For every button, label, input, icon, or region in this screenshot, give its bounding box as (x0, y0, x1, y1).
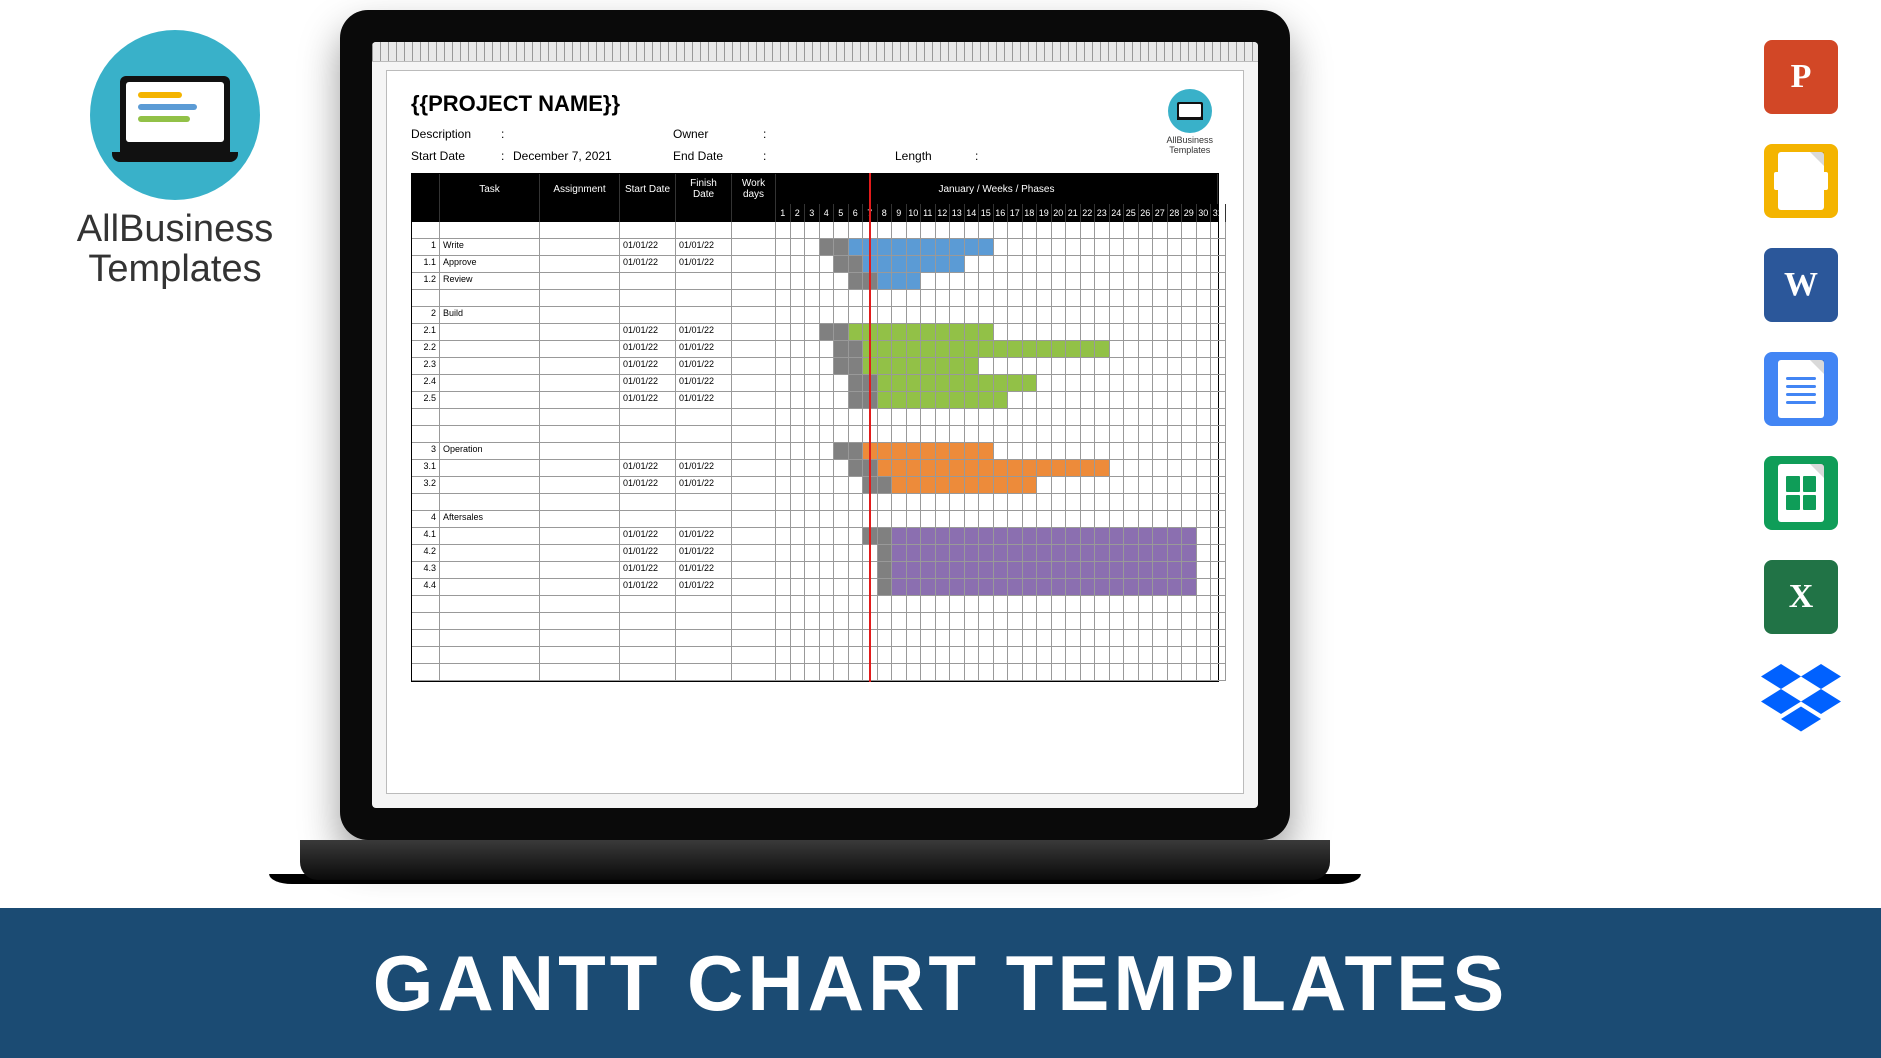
day-col-23: 23 (1095, 204, 1110, 222)
gantt-row: 3.201/01/2201/01/22 (412, 477, 1218, 494)
gantt-row: 1.2Review (412, 273, 1218, 290)
day-col-31: 31 (1211, 204, 1226, 222)
gantt-row (412, 290, 1218, 307)
project-meta: Description: Owner: Start Date:December … (411, 127, 1219, 163)
day-col-2: 2 (791, 204, 806, 222)
document-page: AllBusiness Templates {{PROJECT NAME}} D… (386, 70, 1244, 794)
gantt-row: 2.201/01/2201/01/22 (412, 341, 1218, 358)
gantt-body: 1Write01/01/2201/01/221.1Approve01/01/22… (412, 222, 1218, 681)
ruler (372, 42, 1258, 62)
col-start: Start Date (620, 174, 676, 204)
value-owner (775, 127, 895, 141)
day-col-1: 1 (776, 204, 791, 222)
day-col-25: 25 (1124, 204, 1139, 222)
gantt-row (412, 613, 1218, 630)
day-col-4: 4 (820, 204, 835, 222)
gantt-row: 2.401/01/2201/01/22 (412, 375, 1218, 392)
gantt-row (412, 494, 1218, 511)
label-length: Length (895, 149, 975, 163)
gantt-row (412, 647, 1218, 664)
format-icon-strip: P W X (1761, 40, 1841, 734)
dropbox-icon[interactable] (1761, 664, 1841, 734)
gantt-header-top: Task Assignment Start Date Finish Date W… (412, 174, 1218, 204)
label-description: Description (411, 127, 501, 141)
label-end-date: End Date (673, 149, 763, 163)
gantt-row (412, 222, 1218, 239)
timeline-title: January / Weeks / Phases (776, 174, 1218, 204)
document-screen: + AllBusiness Templates {{PROJECT NAME}}… (372, 42, 1258, 808)
value-end-date (775, 149, 895, 163)
day-col-9: 9 (892, 204, 907, 222)
brand-title: AllBusiness Templates (60, 210, 290, 290)
day-col-16: 16 (994, 204, 1009, 222)
gantt-header-days: 1234567891011121314151617181920212223242… (412, 204, 1218, 222)
day-col-5: 5 (834, 204, 849, 222)
day-col-27: 27 (1153, 204, 1168, 222)
laptop-mockup: + AllBusiness Templates {{PROJECT NAME}}… (300, 10, 1330, 910)
day-col-13: 13 (950, 204, 965, 222)
doc-corner-logo-icon: AllBusiness Templates (1166, 89, 1213, 155)
gantt-row: 1.1Approve01/01/2201/01/22 (412, 256, 1218, 273)
value-start-date: December 7, 2021 (513, 149, 673, 163)
banner-title: GANTT CHART TEMPLATES (373, 938, 1508, 1029)
gantt-row (412, 409, 1218, 426)
gantt-row: 4Aftersales (412, 511, 1218, 528)
day-col-8: 8 (878, 204, 893, 222)
day-col-3: 3 (805, 204, 820, 222)
project-name: {{PROJECT NAME}} (411, 91, 1219, 117)
gantt-row (412, 596, 1218, 613)
google-sheets-icon[interactable] (1764, 456, 1838, 530)
day-col-6: 6 (849, 204, 864, 222)
col-work: Work days (732, 174, 776, 204)
col-finish: Finish Date (676, 174, 732, 204)
day-col-24: 24 (1110, 204, 1125, 222)
value-description (513, 127, 673, 141)
gantt-row: 4.301/01/2201/01/22 (412, 562, 1218, 579)
day-col-19: 19 (1037, 204, 1052, 222)
gantt-row: 1Write01/01/2201/01/22 (412, 239, 1218, 256)
gantt-row (412, 664, 1218, 681)
day-col-20: 20 (1052, 204, 1067, 222)
day-col-26: 26 (1139, 204, 1154, 222)
label-start-date: Start Date (411, 149, 501, 163)
gantt-chart: Task Assignment Start Date Finish Date W… (411, 173, 1219, 682)
day-col-30: 30 (1197, 204, 1212, 222)
day-col-22: 22 (1081, 204, 1096, 222)
today-marker (869, 173, 871, 682)
gantt-row: 3Operation (412, 443, 1218, 460)
gantt-row (412, 630, 1218, 647)
col-assignment: Assignment (540, 174, 620, 204)
brand-logo-icon (90, 30, 260, 200)
excel-icon[interactable]: X (1764, 560, 1838, 634)
day-col-21: 21 (1066, 204, 1081, 222)
gantt-row: 2Build (412, 307, 1218, 324)
day-col-29: 29 (1182, 204, 1197, 222)
gantt-row: 2.101/01/2201/01/22 (412, 324, 1218, 341)
brand-block: AllBusiness Templates (60, 30, 290, 290)
gantt-row: 4.101/01/2201/01/22 (412, 528, 1218, 545)
day-col-14: 14 (965, 204, 980, 222)
gantt-row (412, 426, 1218, 443)
day-col-10: 10 (907, 204, 922, 222)
google-docs-icon[interactable] (1764, 352, 1838, 426)
gantt-row: 2.301/01/2201/01/22 (412, 358, 1218, 375)
day-col-15: 15 (979, 204, 994, 222)
word-icon[interactable]: W (1764, 248, 1838, 322)
gantt-row: 2.501/01/2201/01/22 (412, 392, 1218, 409)
day-col-11: 11 (921, 204, 936, 222)
col-task: Task (440, 174, 540, 204)
bottom-banner: GANTT CHART TEMPLATES (0, 908, 1881, 1058)
day-col-18: 18 (1023, 204, 1038, 222)
value-length (987, 149, 1047, 163)
gantt-row: 4.401/01/2201/01/22 (412, 579, 1218, 596)
label-owner: Owner (673, 127, 763, 141)
day-col-12: 12 (936, 204, 951, 222)
powerpoint-icon[interactable]: P (1764, 40, 1838, 114)
day-col-28: 28 (1168, 204, 1183, 222)
google-slides-icon[interactable] (1764, 144, 1838, 218)
gantt-row: 3.101/01/2201/01/22 (412, 460, 1218, 477)
gantt-row: 4.201/01/2201/01/22 (412, 545, 1218, 562)
day-col-17: 17 (1008, 204, 1023, 222)
